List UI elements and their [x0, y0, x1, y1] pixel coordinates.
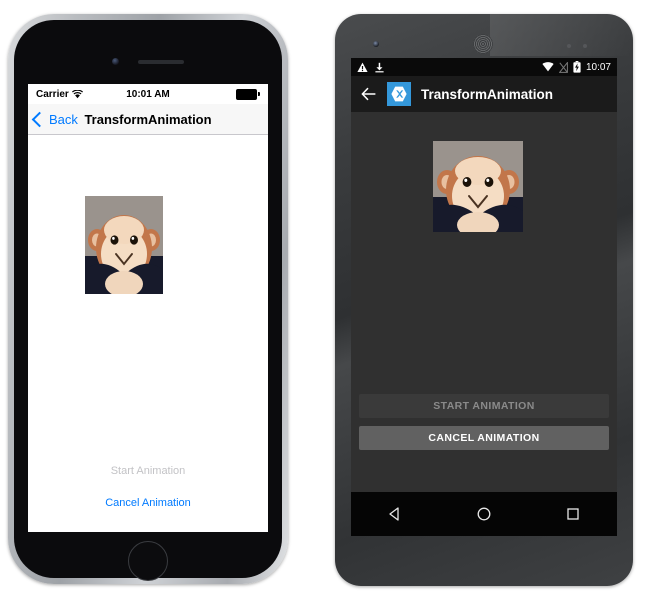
android-content-area: START ANIMATION CANCEL ANIMATION: [351, 112, 617, 492]
start-animation-button[interactable]: START ANIMATION: [359, 394, 609, 418]
ios-nav-bar: Back TransformAnimation: [28, 104, 268, 135]
android-navigation-bar: [351, 492, 617, 536]
monkey-photo: [85, 196, 163, 294]
android-phone-mockup: 10:07 TransformAnimation START ANIMATION…: [335, 14, 633, 586]
home-button-icon[interactable]: [128, 541, 168, 581]
warning-triangle-icon: [357, 62, 368, 72]
android-screen: 10:07 TransformAnimation START ANIMATION…: [351, 58, 617, 536]
earpiece-speaker-icon: [138, 60, 184, 64]
no-sim-icon: [558, 61, 568, 73]
recents-square-icon[interactable]: [565, 506, 581, 522]
page-title: TransformAnimation: [84, 111, 212, 127]
cancel-animation-button[interactable]: Cancel Animation: [28, 487, 268, 519]
ios-button-group: Start Animation Cancel Animation: [28, 455, 268, 519]
ios-content-area: Start Animation Cancel Animation: [28, 135, 268, 532]
cancel-animation-button[interactable]: CANCEL ANIMATION: [359, 426, 609, 450]
light-sensor-icon: [583, 44, 587, 48]
wifi-icon: [542, 62, 554, 72]
monkey-photo: [433, 141, 523, 232]
front-camera-icon: [112, 58, 119, 65]
xamarin-logo-icon: [387, 82, 411, 106]
android-clock: 10:07: [585, 61, 611, 73]
earpiece-speaker-icon: [473, 34, 493, 54]
proximity-sensor-icon: [567, 44, 571, 48]
ios-status-bar: Carrier 10:01 AM: [28, 84, 268, 104]
page-title: TransformAnimation: [421, 86, 554, 102]
ios-screen: Carrier 10:01 AM Back TransformAnimation: [28, 84, 268, 532]
start-animation-button[interactable]: Start Animation: [28, 455, 268, 487]
android-status-bar: 10:07: [351, 58, 617, 76]
battery-charging-icon: [573, 61, 581, 73]
arrow-left-icon[interactable]: [361, 86, 377, 102]
download-icon: [375, 62, 384, 72]
android-app-bar: TransformAnimation: [351, 76, 617, 112]
front-camera-icon: [373, 41, 379, 47]
ios-clock: 10:01 AM: [126, 88, 170, 100]
ios-phone-mockup: Carrier 10:01 AM Back TransformAnimation: [8, 14, 288, 584]
home-circle-icon[interactable]: [476, 506, 492, 522]
back-triangle-icon[interactable]: [387, 506, 403, 522]
battery-full-icon: [236, 88, 260, 100]
